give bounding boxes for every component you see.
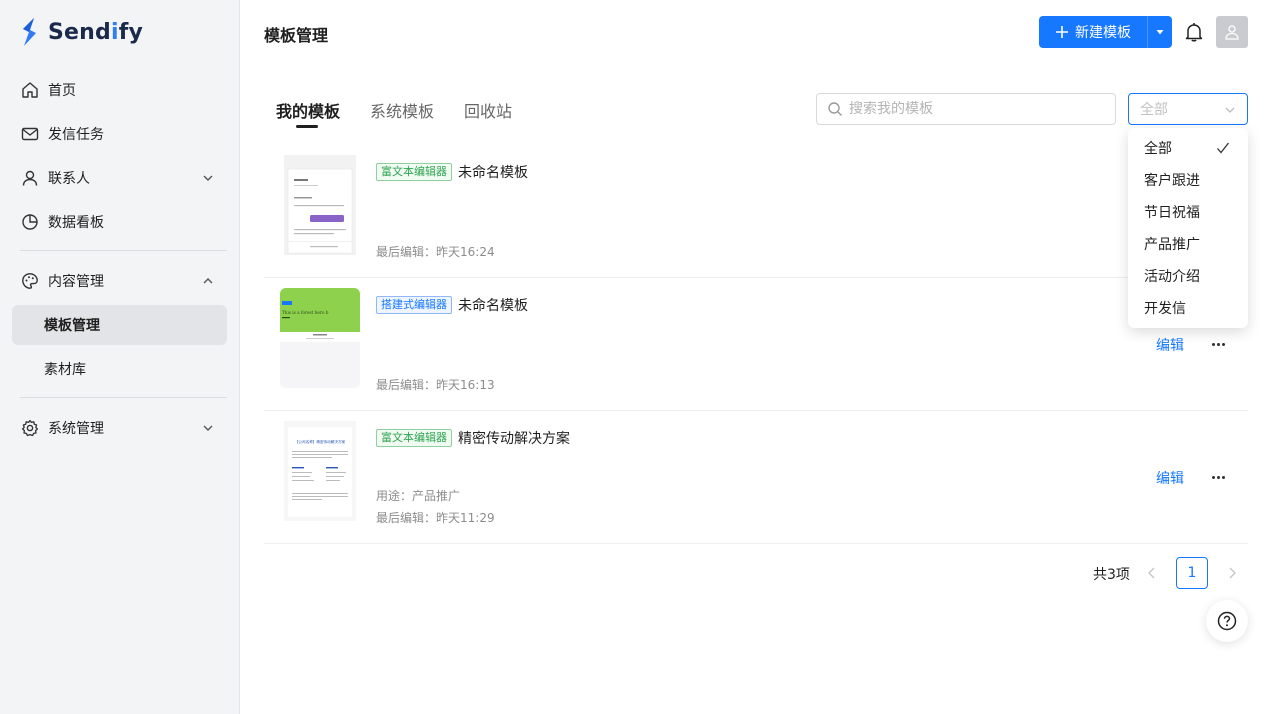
category-select[interactable]: 全部 xyxy=(1128,93,1248,125)
question-icon xyxy=(1217,611,1237,631)
sidebar-item-label: 内容管理 xyxy=(48,274,104,290)
template-thumbnail[interactable] xyxy=(280,155,360,255)
mail-icon xyxy=(20,124,40,144)
sidebar-item-label: 联系人 xyxy=(48,171,90,187)
sidebar-item-assets[interactable]: 素材库 xyxy=(12,349,227,389)
last-edited-text: 最后编辑：昨天16:24 xyxy=(376,245,495,259)
pagination-page[interactable]: 1 xyxy=(1176,557,1208,589)
sidebar-divider xyxy=(20,250,227,251)
chevron-left-icon[interactable] xyxy=(1144,565,1160,581)
user-avatar-icon xyxy=(1225,25,1239,40)
sidebar-item-dashboard[interactable]: 数据看板 xyxy=(12,202,227,242)
sidebar-item-content[interactable]: 内容管理 xyxy=(12,261,227,301)
chevron-up-icon xyxy=(203,278,213,284)
home-icon xyxy=(20,80,40,100)
editor-type-badge: 富文本编辑器 xyxy=(376,429,452,447)
chevron-right-icon[interactable] xyxy=(1224,565,1240,581)
logo-mark-icon xyxy=(23,18,36,46)
template-name[interactable]: 未命名模板 xyxy=(458,162,528,182)
template-preview-image: This is a forest hero b xyxy=(280,288,360,388)
sidebar-item-label: 模板管理 xyxy=(44,318,100,334)
category-dropdown: 全部 客户跟进 节日祝福 产品推广 活动介绍 开发信 xyxy=(1128,128,1248,328)
new-template-dropdown-toggle[interactable] xyxy=(1148,16,1172,48)
dropdown-option-holiday[interactable]: 节日祝福 xyxy=(1128,196,1248,228)
sidebar-item-label: 首页 xyxy=(48,83,76,99)
sidebar: Sendify 首页 发信任务 联系人 数据看板 内容管理 模板管理 素材库 系… xyxy=(0,0,240,714)
template-preview-image xyxy=(284,155,356,255)
edit-button[interactable]: 编辑 xyxy=(1156,468,1184,488)
search-input[interactable] xyxy=(849,101,1099,117)
template-thumbnail[interactable]: 【公司名称】精密传动解决方案 xyxy=(280,421,360,521)
editor-type-badge: 富文本编辑器 xyxy=(376,163,452,181)
sidebar-item-system[interactable]: 系统管理 xyxy=(12,408,227,448)
more-actions-icon[interactable] xyxy=(1208,334,1228,354)
avatar[interactable] xyxy=(1216,16,1248,48)
new-template-label: 新建模板 xyxy=(1075,25,1131,41)
pie-chart-icon xyxy=(20,212,40,232)
check-icon xyxy=(1217,142,1230,154)
dropdown-option-event[interactable]: 活动介绍 xyxy=(1128,260,1248,292)
search-box xyxy=(816,93,1116,125)
more-actions-icon[interactable] xyxy=(1208,467,1228,487)
help-button[interactable] xyxy=(1206,600,1248,642)
search-icon xyxy=(828,102,842,116)
brand-logo[interactable]: Sendify xyxy=(18,16,143,48)
sidebar-item-label: 系统管理 xyxy=(48,421,104,437)
template-row[interactable]: This is a forest hero b 搭建式编辑器 未命名模板 最后编… xyxy=(264,278,1248,411)
template-row[interactable]: 富文本编辑器 未命名模板 最后编辑：昨天16:24 xyxy=(264,145,1248,278)
svg-text:This is a forest hero b: This is a forest hero b xyxy=(282,310,329,315)
dropdown-option-promotion[interactable]: 产品推广 xyxy=(1128,228,1248,260)
sidebar-item-label: 发信任务 xyxy=(48,127,104,143)
tab-recycle-bin[interactable]: 回收站 xyxy=(464,98,512,128)
chevron-down-icon xyxy=(203,175,213,181)
bell-icon[interactable] xyxy=(1183,21,1205,43)
new-template-button[interactable]: 新建模板 xyxy=(1039,16,1172,48)
template-preview-image: 【公司名称】精密传动解决方案 xyxy=(284,421,356,521)
pagination-total: 共3项 xyxy=(1093,567,1130,583)
sidebar-item-tasks[interactable]: 发信任务 xyxy=(12,114,227,154)
template-name[interactable]: 未命名模板 xyxy=(458,295,528,315)
new-template-main[interactable]: 新建模板 xyxy=(1039,16,1148,48)
template-row[interactable]: 【公司名称】精密传动解决方案 富文本编辑器 精密传动解决方案 用途：产品推广 最… xyxy=(264,411,1248,544)
template-name[interactable]: 精密传动解决方案 xyxy=(458,428,570,448)
tab-my-templates[interactable]: 我的模板 xyxy=(276,98,340,128)
dropdown-option-outreach[interactable]: 开发信 xyxy=(1128,292,1248,324)
user-icon xyxy=(20,168,40,188)
sidebar-item-contacts[interactable]: 联系人 xyxy=(12,158,227,198)
svg-text:【公司名称】精密传动解决方案: 【公司名称】精密传动解决方案 xyxy=(295,439,346,444)
sidebar-item-home[interactable]: 首页 xyxy=(12,70,227,110)
palette-icon xyxy=(20,271,40,291)
dropdown-option-all[interactable]: 全部 xyxy=(1128,132,1248,164)
category-select-value: 全部 xyxy=(1140,102,1168,118)
last-edited-text: 最后编辑：昨天11:29 xyxy=(376,511,495,525)
tab-system-templates[interactable]: 系统模板 xyxy=(370,98,434,128)
chevron-down-icon xyxy=(203,425,213,431)
page-title: 模板管理 xyxy=(264,26,329,45)
plus-icon xyxy=(1056,26,1068,38)
sidebar-item-label: 素材库 xyxy=(44,362,86,378)
dropdown-option-follow-up[interactable]: 客户跟进 xyxy=(1128,164,1248,196)
last-edited-text: 最后编辑：昨天16:13 xyxy=(376,378,495,392)
edit-button[interactable]: 编辑 xyxy=(1156,335,1184,355)
template-thumbnail[interactable]: This is a forest hero b xyxy=(280,288,360,388)
gear-icon xyxy=(20,418,40,438)
template-tabs: 我的模板 系统模板 回收站 xyxy=(276,98,512,128)
editor-type-badge: 搭建式编辑器 xyxy=(376,296,452,314)
sidebar-item-templates[interactable]: 模板管理 xyxy=(12,305,227,345)
usage-text: 用途：产品推广 xyxy=(376,489,461,503)
sidebar-item-label: 数据看板 xyxy=(48,215,104,231)
sidebar-nav: 首页 发信任务 联系人 数据看板 内容管理 模板管理 素材库 系统管理 xyxy=(12,70,227,452)
sidebar-divider xyxy=(20,397,227,398)
caret-down-icon xyxy=(1156,30,1164,35)
brand-name: Sendify xyxy=(48,19,144,45)
chevron-down-icon xyxy=(1225,107,1235,113)
